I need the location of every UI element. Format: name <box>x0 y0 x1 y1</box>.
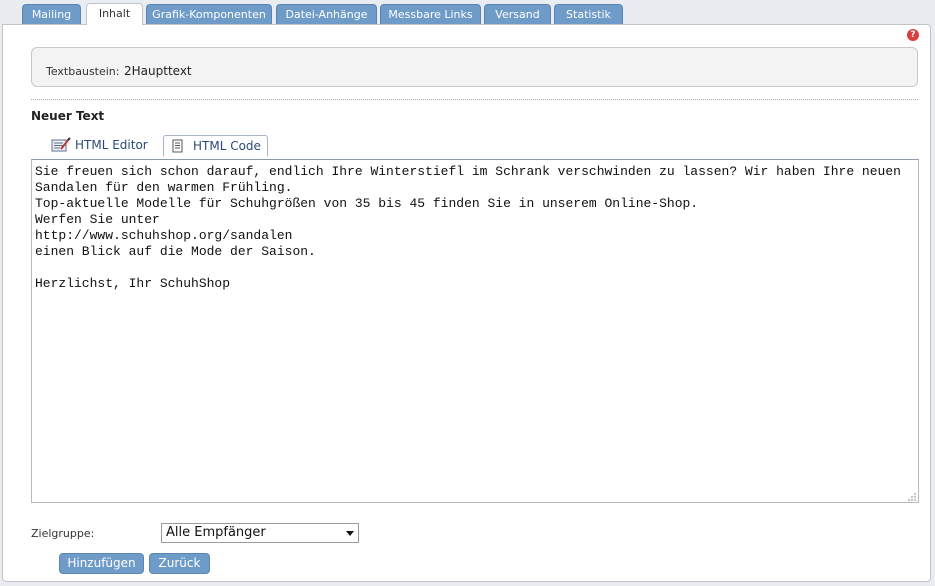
resize-grip-icon[interactable] <box>907 491 917 501</box>
section-title: Neuer Text <box>31 109 105 123</box>
add-button[interactable]: Hinzufügen <box>59 553 144 574</box>
tab-html-editor[interactable]: HTML Editor <box>51 135 161 157</box>
help-icon[interactable]: ? <box>907 29 919 41</box>
back-button[interactable]: Zurück <box>149 553 210 574</box>
tab-grafik-komponenten[interactable]: Grafik-Komponenten <box>146 4 272 24</box>
content-panel: ? Textbaustein: 2Haupttext Neuer Text HT… <box>2 24 931 582</box>
chevron-down-icon <box>346 531 354 536</box>
zielgruppe-select[interactable]: Alle Empfänger <box>161 523 359 543</box>
zielgruppe-selected-value: Alle Empfänger <box>166 525 266 540</box>
tab-html-editor-label: HTML Editor <box>75 138 148 152</box>
tab-messbare-links[interactable]: Messbare Links <box>380 4 481 24</box>
html-code-content: Sie freuen sich schon darauf, endlich Ih… <box>35 164 901 291</box>
textbaustein-value: 2Haupttext <box>124 64 192 78</box>
textbaustein-box: Textbaustein: 2Haupttext <box>31 47 918 87</box>
html-code-textarea[interactable]: Sie freuen sich schon darauf, endlich Ih… <box>31 159 919 503</box>
html-code-icon <box>172 139 184 160</box>
tab-versand[interactable]: Versand <box>484 4 551 24</box>
textbaustein-label: Textbaustein: <box>46 65 120 78</box>
tab-statistik[interactable]: Statistik <box>554 4 623 24</box>
tab-mailing[interactable]: Mailing <box>22 4 81 24</box>
divider <box>31 99 918 100</box>
tab-html-code[interactable]: HTML Code <box>163 135 268 157</box>
zielgruppe-label: Zielgruppe: <box>31 527 95 540</box>
html-editor-icon <box>51 137 71 160</box>
tab-datei-anhaenge[interactable]: Datei-Anhänge <box>276 4 377 24</box>
tab-inhalt[interactable]: Inhalt <box>86 3 143 25</box>
main-tab-bar: Mailing Inhalt Grafik-Komponenten Datei-… <box>0 0 935 25</box>
tab-html-code-label: HTML Code <box>193 139 261 153</box>
